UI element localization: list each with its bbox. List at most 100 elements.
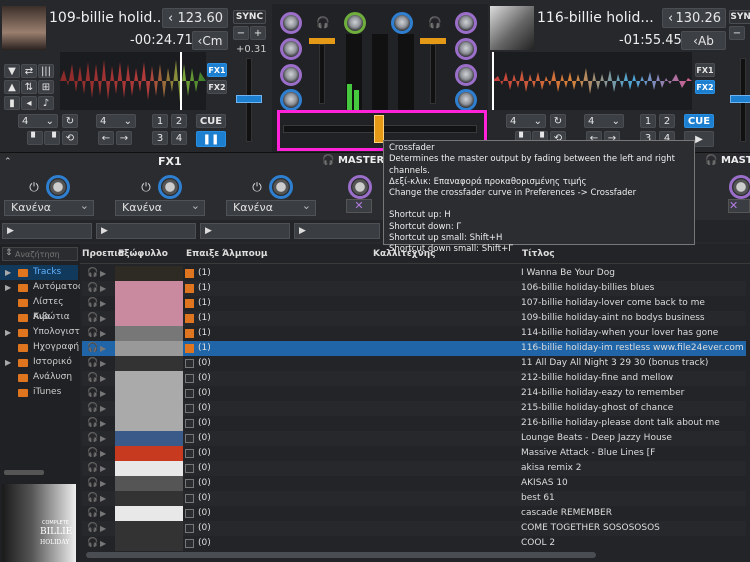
preview-headphones-icon[interactable]: 🎧: [87, 506, 98, 521]
preview-headphones-icon[interactable]: 🎧: [87, 431, 98, 446]
fx-slot2-select[interactable]: Κανένα: [115, 199, 205, 216]
mid-eq-knob-b[interactable]: [455, 64, 477, 86]
preview-play-icon[interactable]: ▶: [100, 311, 106, 326]
deck-a-cue-button[interactable]: CUE: [196, 114, 226, 128]
col-cover[interactable]: Εξώφυλλο: [118, 249, 168, 259]
deck-a-jump-back[interactable]: ←: [98, 131, 114, 145]
preview-play-icon[interactable]: ▶: [100, 506, 106, 521]
played-checkbox[interactable]: [185, 284, 194, 293]
preview-play-icon[interactable]: ▶: [100, 281, 106, 296]
sidebar-item[interactable]: Λίστες Ανα: [0, 295, 78, 322]
played-checkbox[interactable]: [185, 479, 194, 488]
search-sort-icon[interactable]: ⇕: [5, 248, 13, 258]
preview-headphones-icon[interactable]: 🎧: [87, 371, 98, 386]
preview-play-icon[interactable]: ▶: [100, 326, 106, 341]
preview-play-icon[interactable]: ▶: [100, 386, 106, 401]
headphone-mix-knob[interactable]: [391, 12, 413, 34]
expand-arrow-icon[interactable]: ▶: [5, 355, 11, 370]
played-checkbox[interactable]: [185, 389, 194, 398]
fx-slot1-power-icon[interactable]: ⏻: [27, 180, 41, 194]
deck-a-eject-icon[interactable]: ▲: [4, 80, 20, 94]
played-checkbox[interactable]: [185, 359, 194, 368]
deck-b-bpm[interactable]: ‹ 130.26: [662, 8, 726, 28]
table-row[interactable]: 🎧 ▶ (0) COME TOGETHER SOSOSOSOS: [82, 521, 746, 536]
table-row[interactable]: 🎧 ▶ (0) COOL 2: [82, 536, 746, 551]
played-checkbox[interactable]: [185, 374, 194, 383]
gain-knob-b[interactable]: [455, 12, 477, 34]
deck-b-cue-button[interactable]: CUE: [684, 114, 714, 128]
sampler-3[interactable]: ▶: [200, 223, 290, 239]
expand-arrow-icon[interactable]: ▶: [5, 325, 11, 340]
played-checkbox[interactable]: [185, 269, 194, 278]
deck-a-hotcue-3[interactable]: 3: [152, 131, 168, 145]
crossfader-handle[interactable]: [374, 115, 384, 143]
played-checkbox[interactable]: [185, 524, 194, 533]
table-row[interactable]: 🎧 ▶ (0) best 61: [82, 491, 746, 506]
table-row[interactable]: 🎧 ▶ (1) 109-billie holiday-aint no bodys bu…: [82, 311, 746, 338]
preview-headphones-icon[interactable]: 🎧: [87, 416, 98, 431]
fx-mode-toggle[interactable]: ✕: [346, 199, 372, 213]
preview-headphones-icon[interactable]: 🎧: [87, 266, 98, 281]
preview-play-icon[interactable]: ▶: [100, 461, 106, 476]
table-row[interactable]: 🎧 ▶ (0) 11 All Day All Night 3 29 30 (bonus…: [82, 356, 746, 371]
table-row[interactable]: 🎧 ▶ (0) 215-billie holiday-ghost of chance …: [82, 401, 746, 428]
preview-play-icon[interactable]: ▶: [100, 491, 106, 506]
sidebar-scrollbar[interactable]: [4, 470, 44, 475]
search-input[interactable]: [15, 248, 77, 260]
sidebar-item[interactable]: Ανάλυση: [0, 370, 78, 385]
deck-a-waveform[interactable]: [60, 52, 206, 110]
high-eq-knob-b[interactable]: [455, 38, 477, 60]
played-checkbox[interactable]: [185, 299, 194, 308]
deck-b-hotcue-1[interactable]: 1: [640, 114, 656, 128]
preview-headphones-icon[interactable]: 🎧: [87, 341, 98, 356]
table-row[interactable]: 🎧 ▶ (1) 114-billie holiday-when your lover …: [82, 326, 746, 353]
deck-a-loop-in[interactable]: ▘: [27, 131, 43, 145]
table-row[interactable]: 🎧▶(1)106-billie holiday-billies blues ww…: [82, 281, 746, 308]
mid-eq-knob-a[interactable]: [280, 64, 302, 86]
deck-a-speaker-icon[interactable]: ◂: [21, 96, 37, 110]
deck-b-fx2-button[interactable]: FX2: [695, 80, 715, 94]
deck-b-fx1-button[interactable]: FX1: [695, 63, 715, 77]
col-album[interactable]: Άλμπουμ: [222, 249, 268, 259]
deck-a-hotcue-2[interactable]: 2: [171, 114, 187, 128]
preview-headphones-icon[interactable]: 🎧: [87, 491, 98, 506]
preview-play-icon[interactable]: ▶: [100, 341, 106, 356]
preview-headphones-icon[interactable]: 🎧: [87, 326, 98, 341]
deck-a-key[interactable]: ‹ Cm: [192, 31, 228, 50]
played-checkbox[interactable]: [185, 419, 194, 428]
fx-slot3-meta-knob[interactable]: [269, 175, 293, 199]
preview-headphones-icon[interactable]: 🎧: [87, 536, 98, 551]
deck-a-pitch-down[interactable]: −: [233, 26, 249, 40]
deck-a-repeat-icon[interactable]: ▼: [4, 64, 20, 78]
played-checkbox[interactable]: [185, 344, 194, 353]
table-row[interactable]: 🎧 ▶ (0) 216-billie holiday-please dont talk…: [82, 416, 746, 443]
fx-master-label-b[interactable]: 🎧 MASTER: [705, 155, 750, 166]
fx-slot3-power-icon[interactable]: ⏻: [250, 180, 264, 194]
fx-slot2-power-icon[interactable]: ⏻: [139, 180, 153, 194]
preview-play-icon[interactable]: ▶: [100, 356, 106, 371]
preview-play-icon[interactable]: ▶: [100, 521, 106, 536]
table-row[interactable]: 🎧 ▶ (0) Lounge Beats - Deep Jazzy House: [82, 431, 746, 446]
deck-a-loop-toggle[interactable]: ↻: [62, 114, 78, 128]
deck-b-pitch-down[interactable]: −: [729, 26, 745, 40]
deck-a-reloop[interactable]: ⟲: [62, 131, 78, 145]
played-checkbox[interactable]: [185, 329, 194, 338]
high-eq-knob-a[interactable]: [280, 38, 302, 60]
sidebar-item[interactable]: Κιβώτια: [0, 310, 78, 325]
preview-headphones-icon[interactable]: 🎧: [87, 386, 98, 401]
deck-a-beatloop-size[interactable]: 4 ⌄: [18, 114, 58, 128]
fx-slot1-meta-knob[interactable]: [46, 175, 70, 199]
deck-b-beatjump-size[interactable]: 4 ⌄: [584, 114, 624, 128]
deck-a-sync-button[interactable]: SYNC: [233, 10, 266, 24]
preview-play-icon[interactable]: ▶: [100, 476, 106, 491]
deck-a-sort-icon[interactable]: ⇅: [21, 80, 37, 94]
deck-a-note-icon[interactable]: ♪: [38, 96, 54, 110]
preview-headphones-icon[interactable]: 🎧: [87, 311, 98, 326]
deck-a-hotcue-1[interactable]: 1: [152, 114, 168, 128]
deck-b-beatloop-size[interactable]: 4 ⌄: [506, 114, 546, 128]
master-gain-knob[interactable]: [344, 12, 366, 34]
gain-knob-a[interactable]: [280, 12, 302, 34]
deck-a-beatjump-size[interactable]: 4 ⌄: [96, 114, 136, 128]
preview-play-icon[interactable]: ▶: [100, 401, 106, 416]
sidebar-item[interactable]: ▶ Υπολογιστ: [0, 325, 80, 340]
